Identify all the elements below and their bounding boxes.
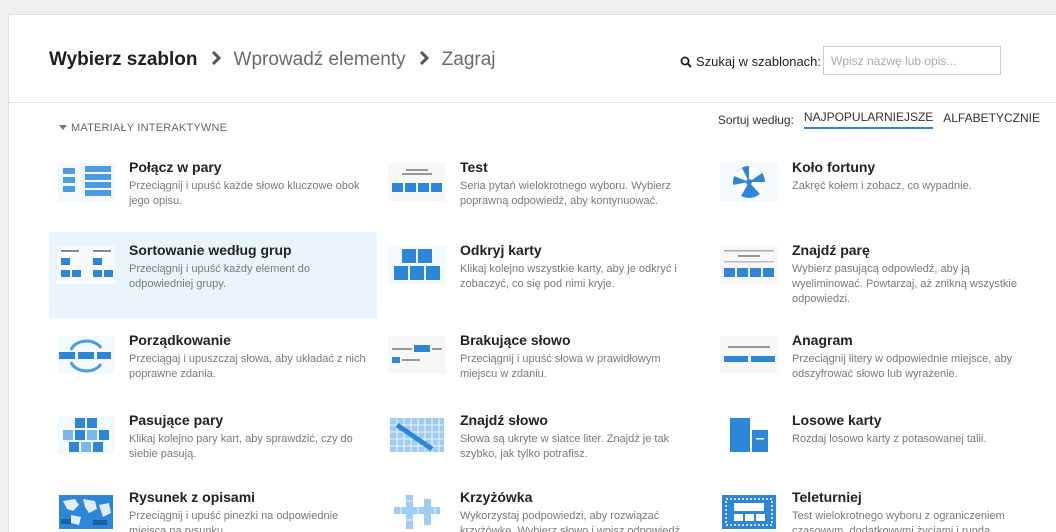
template-description: Rozdaj losowo karty z potasowanej talii. <box>792 433 987 445</box>
wordsearch-icon <box>388 416 446 454</box>
template-description: Wybierz pasującą odpowiedź, aby ją wyeli… <box>792 263 1017 305</box>
template-card-matching-pairs[interactable]: Pasujące pary Klikaj kolejno pary kart, … <box>49 402 377 476</box>
template-card-open-box[interactable]: Odkryj karty Klikaj kolejno wszystkie ka… <box>380 232 708 306</box>
labelled-diagram-icon <box>57 493 115 531</box>
template-card-crossword[interactable]: Krzyżówka Wykorzystaj podpowiedzi, aby r… <box>380 479 708 532</box>
template-title: Koło fortuny <box>792 159 876 175</box>
template-description: Przeciągnij i upuść słowa w prawidłowym … <box>460 353 661 380</box>
breadcrumb-step-choose-template: Wybierz szablon <box>49 49 198 70</box>
template-description: Klikaj kolejno pary kart, aby sprawdzić,… <box>129 433 353 460</box>
template-card-find-match[interactable]: Znajdź parę Wybierz pasującą odpowiedź, … <box>712 232 1040 306</box>
group-sort-icon <box>57 246 115 284</box>
template-description: Wykorzystaj podpowiedzi, aby rozwiązać k… <box>460 510 684 532</box>
anagram-icon <box>720 336 778 374</box>
crossword-icon <box>388 493 446 531</box>
template-card-group-sort[interactable]: Sortowanie według grup Przeciągnij i upu… <box>49 232 377 318</box>
template-description: Przeciągnij i upuść pinezki na odpowiedn… <box>129 510 339 532</box>
template-title: Test <box>460 159 488 175</box>
wheel-icon <box>720 163 778 201</box>
chevron-right-icon <box>419 50 429 70</box>
template-title: Znajdź słowo <box>460 412 548 428</box>
template-title: Rysunek z opisami <box>129 489 256 505</box>
sort-most-popular[interactable]: NAJPOPULARNIEJSZE <box>803 110 934 129</box>
template-description: Seria pytań wielokrotnego wyboru. Wybier… <box>460 180 671 207</box>
sort-label: Sortuj według: <box>717 112 794 127</box>
template-description: Klikaj kolejno wszystkie karty, aby je o… <box>460 263 677 290</box>
template-title: Krzyżówka <box>460 489 533 505</box>
quiz-icon <box>388 163 446 201</box>
random-cards-icon <box>720 416 778 454</box>
header-bar: Wybierz szablon Wprowadź elementy Zagraj… <box>9 15 1056 103</box>
search-icon <box>680 56 692 68</box>
find-match-icon <box>720 246 778 284</box>
template-title: Anagram <box>792 332 853 348</box>
chevron-right-icon <box>211 50 221 70</box>
open-box-icon <box>388 246 446 284</box>
template-title: Pasujące pary <box>129 412 224 428</box>
template-card-random-cards[interactable]: Losowe karty Rozdaj losowo karty z potas… <box>712 402 1040 476</box>
template-card-labelled-diagram[interactable]: Rysunek z opisami Przeciągnij i upuść pi… <box>49 479 377 532</box>
section-header-interactive[interactable]: MATERIAŁY INTERAKTYWNE <box>59 122 227 134</box>
template-description: Słowa są ukryte w siatce liter. Znajdź j… <box>460 433 670 460</box>
template-title: Losowe karty <box>792 412 882 428</box>
search-input[interactable] <box>823 46 1001 75</box>
template-card-missing-word[interactable]: Brakujące słowo Przeciągnij i upuść słow… <box>380 322 708 396</box>
template-panel: Wybierz szablon Wprowadź elementy Zagraj… <box>8 14 1056 532</box>
search-label: Szukaj w szablonach: <box>680 54 821 69</box>
gameshow-icon <box>720 493 778 531</box>
template-title: Brakujące słowo <box>460 332 571 348</box>
template-card-anagram[interactable]: Anagram Przeciągnij litery w odpowiednie… <box>712 322 1040 396</box>
template-title: Połącz w pary <box>129 159 222 175</box>
section-label-text: MATERIAŁY INTERAKTYWNE <box>71 122 228 134</box>
breadcrumb-step-enter-content[interactable]: Wprowadź elementy <box>234 49 406 71</box>
sort-alphabetical[interactable]: ALFABETYCZNIE <box>943 111 1040 128</box>
match-pairs-icon <box>57 163 115 201</box>
template-card-unjumble[interactable]: Porządkowanie Przeciągaj i upuszczaj sło… <box>49 322 377 396</box>
template-description: Przeciągaj i upuszczaj słowa, aby układa… <box>129 353 366 380</box>
template-card-match-up[interactable]: Połącz w pary Przeciągnij i upuść każde … <box>49 149 377 223</box>
unjumble-icon <box>57 336 115 374</box>
template-title: Teleturniej <box>792 489 862 505</box>
breadcrumb-step-play[interactable]: Zagraj <box>442 49 496 71</box>
caret-down-icon <box>59 122 67 134</box>
template-description: Przeciągnij litery w odpowiednie miejsce… <box>792 353 1013 380</box>
template-title: Znajdź parę <box>792 242 870 258</box>
template-card-wordsearch[interactable]: Znajdź słowo Słowa są ukryte w siatce li… <box>380 402 708 476</box>
sort-controls: Sortuj według: NAJPOPULARNIEJSZE ALFABET… <box>718 110 1040 129</box>
template-description: Przeciągnij i upuść każde słowo kluczowe… <box>129 180 360 207</box>
template-card-wheel[interactable]: Koło fortuny Zakręć kołem i zobacz, co w… <box>712 149 1040 223</box>
template-title: Odkryj karty <box>460 242 542 258</box>
template-card-gameshow[interactable]: Teleturniej Test wielokrotnego wyboru z … <box>712 479 1040 532</box>
template-card-quiz[interactable]: Test Seria pytań wielokrotnego wyboru. W… <box>380 149 708 223</box>
missing-word-icon <box>388 336 446 374</box>
template-title: Porządkowanie <box>129 332 231 348</box>
template-description: Test wielokrotnego wyboru z ograniczenie… <box>792 510 1005 532</box>
template-description: Przeciągnij i upuść każdy element do odp… <box>129 263 310 290</box>
template-title: Sortowanie według grup <box>129 242 292 258</box>
matching-pairs-icon <box>57 416 115 454</box>
breadcrumb: Wybierz szablon Wprowadź elementy Zagraj <box>49 49 496 71</box>
template-description: Zakręć kołem i zobacz, co wypadnie. <box>792 180 972 192</box>
search-label-text: Szukaj w szablonach: <box>696 54 822 69</box>
